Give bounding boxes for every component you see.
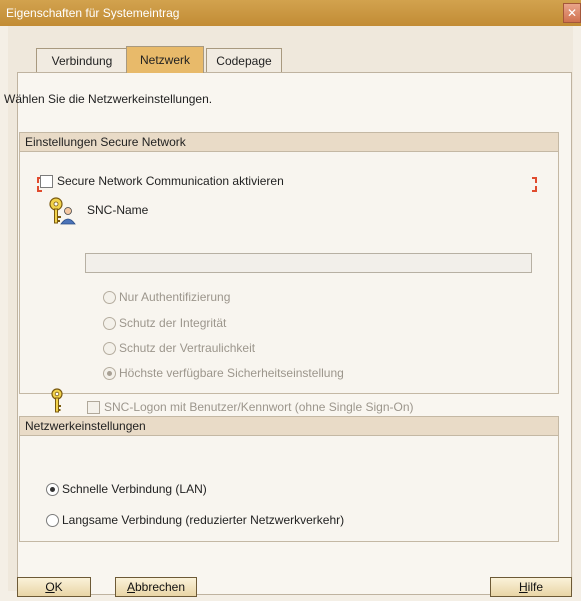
snc-logon-checkbox[interactable] [87, 400, 100, 414]
cancel-button[interactable]: Abbrechen [115, 577, 197, 597]
radio-dot [107, 370, 112, 376]
tab-label: Codepage [216, 53, 272, 68]
close-button[interactable]: ✕ [563, 3, 581, 23]
radio-hoechste-sicherheit[interactable] [103, 366, 116, 380]
radio-label: Langsame Verbindung (reduzierter Netzwer… [62, 513, 345, 527]
help-label-rest: ilfe [527, 580, 543, 594]
help-button[interactable]: Hilfe [490, 577, 572, 597]
snc-logon-checkbox-row[interactable]: SNC-Logon mit Benutzer/Kennwort (ohne Si… [87, 400, 414, 414]
snc-logon-label: SNC-Logon mit Benutzer/Kennwort (ohne Si… [104, 400, 414, 414]
close-icon: ✕ [566, 6, 578, 20]
title-bar: Eigenschaften für Systemeintrag ✕ [0, 0, 581, 26]
tab-label: Netzwerk [139, 53, 190, 67]
snc-enable-checkbox[interactable] [40, 174, 53, 188]
tab-verbindung[interactable]: Verbindung [36, 48, 128, 72]
radio-row-slow[interactable]: Langsame Verbindung (reduzierter Netzwer… [46, 513, 344, 527]
group-header-secure-network: Einstellungen Secure Network [20, 133, 558, 152]
cancel-mnemonic: A [126, 580, 135, 594]
radio-row-confidentiality[interactable]: Schutz der Vertraulichkeit [103, 341, 255, 355]
radio-dot [50, 486, 55, 492]
snc-name-input[interactable] [85, 253, 532, 273]
help-mnemonic: H [518, 580, 528, 594]
tab-label: Verbindung [51, 53, 113, 68]
focus-marker-top-right [532, 177, 537, 183]
radio-schnelle-verbindung[interactable] [46, 482, 59, 496]
radio-schutz-integritaet[interactable] [103, 316, 116, 330]
tab-netzwerk[interactable]: Netzwerk [126, 46, 204, 73]
snc-enable-checkbox-row[interactable]: Secure Network Communication aktivieren [40, 174, 284, 188]
radio-label: Nur Authentifizierung [119, 290, 231, 304]
radio-langsame-verbindung[interactable] [46, 513, 59, 527]
key-icon [51, 388, 63, 413]
radio-label: Schutz der Integrität [119, 316, 227, 330]
group-header-network: Netzwerkeinstellungen [20, 417, 558, 436]
tab-codepage[interactable]: Codepage [206, 48, 282, 72]
focus-marker-bottom-right [532, 186, 537, 192]
key-user-icon [49, 197, 76, 225]
snc-name-label: SNC-Name [87, 203, 149, 217]
radio-label: Höchste verfügbare Sicherheitseinstellun… [119, 366, 344, 380]
radio-label: Schutz der Vertraulichkeit [119, 341, 256, 355]
intro-text: Wählen Sie die Netzwerkeinstellungen. [4, 92, 213, 106]
radio-row-highest[interactable]: Höchste verfügbare Sicherheitseinstellun… [103, 366, 344, 380]
radio-row-integrity[interactable]: Schutz der Integrität [103, 316, 226, 330]
radio-row-fast[interactable]: Schnelle Verbindung (LAN) [46, 482, 207, 496]
radio-schutz-vertraulichkeit[interactable] [103, 341, 116, 355]
dialog-body: Verbindung Netzwerk Codepage Wählen Sie … [4, 26, 573, 597]
ok-mnemonic: O [45, 580, 55, 594]
radio-row-auth[interactable]: Nur Authentifizierung [103, 290, 230, 304]
window-title: Eigenschaften für Systemeintrag [6, 6, 180, 20]
radio-nur-authentifizierung[interactable] [103, 290, 116, 304]
ok-label-rest: K [54, 580, 63, 594]
cancel-label-rest: bbrechen [134, 580, 186, 594]
ok-button[interactable]: OK [17, 577, 91, 597]
radio-label: Schnelle Verbindung (LAN) [62, 482, 207, 496]
snc-enable-label: Secure Network Communication aktivieren [57, 174, 284, 188]
